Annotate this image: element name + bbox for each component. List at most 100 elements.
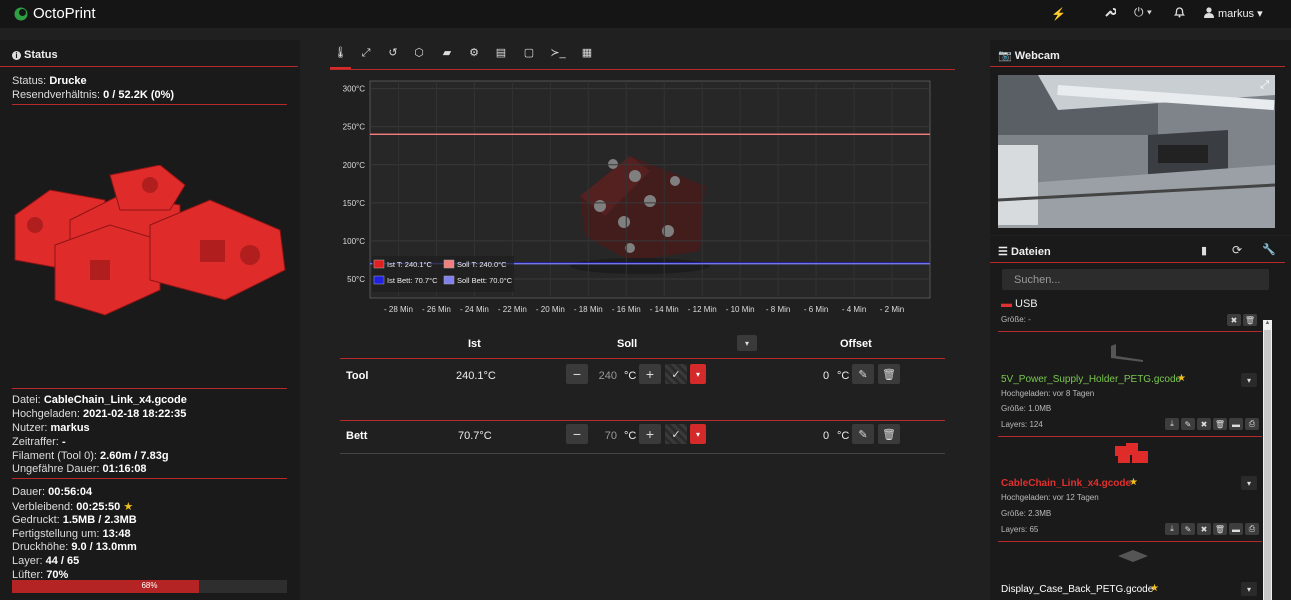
tab-crop[interactable]: ▢ bbox=[520, 42, 538, 68]
file-thumbnail bbox=[1108, 338, 1148, 363]
target-dropdown-button[interactable]: ▾ bbox=[690, 424, 706, 444]
target-input[interactable]: 70 bbox=[590, 430, 617, 442]
wrench-icon[interactable] bbox=[1104, 6, 1116, 18]
y-tick-label: 200°C bbox=[343, 161, 366, 170]
tab-timelapse[interactable]: ⚙ bbox=[465, 42, 483, 68]
y-tick-label: 250°C bbox=[343, 123, 366, 132]
file-size: Größe: 2.3MB bbox=[1001, 509, 1052, 518]
load-button[interactable]: ▬ bbox=[1229, 418, 1243, 430]
legend-swatch bbox=[373, 259, 385, 269]
octoprint-logo-icon[interactable] bbox=[14, 7, 28, 21]
x-tick-label: - 26 Min bbox=[422, 305, 451, 314]
file-name[interactable]: CableChain_Link_x4.gcode bbox=[1001, 478, 1131, 489]
fullscreen-icon[interactable]: ⤢ bbox=[1260, 79, 1269, 92]
sd-card-icon[interactable]: ▮ bbox=[1201, 244, 1207, 257]
print-button[interactable]: ⎙ bbox=[1245, 418, 1259, 430]
download-button[interactable]: ⤓ bbox=[1165, 418, 1179, 430]
y-tick-label: 50°C bbox=[347, 275, 365, 284]
divider bbox=[12, 478, 287, 479]
soll-dropdown-button[interactable]: ▾ bbox=[737, 335, 757, 351]
user-line: Nutzer: markus bbox=[12, 422, 90, 434]
state-line: Status: Drucke bbox=[12, 75, 87, 87]
download-button[interactable]: ⤓ bbox=[1165, 523, 1179, 535]
increase-button[interactable]: + bbox=[639, 424, 661, 444]
file-expand-button[interactable]: ▾ bbox=[1241, 582, 1257, 596]
status-panel: i Status Status: Drucke Resendverhältnis:… bbox=[0, 40, 300, 600]
decrease-button[interactable]: − bbox=[566, 364, 588, 384]
user-menu[interactable]: markus ▾ bbox=[1218, 7, 1263, 20]
row-name: Bett bbox=[346, 430, 368, 442]
file-name[interactable]: 5V_Power_Supply_Holder_PETG.gcode bbox=[1001, 374, 1181, 385]
file-name[interactable]: Display_Case_Back_PETG.gcode bbox=[1001, 584, 1153, 595]
delete-offset-button[interactable]: 🗑 bbox=[878, 364, 900, 384]
divider bbox=[12, 104, 287, 105]
file-line: Datei: CableChain_Link_x4.gcode bbox=[12, 394, 187, 406]
edit-button[interactable]: ✎ bbox=[1181, 418, 1195, 430]
status-heading[interactable]: i Status bbox=[12, 49, 58, 61]
load-button[interactable]: ▬ bbox=[1229, 523, 1243, 535]
divider bbox=[990, 66, 1285, 67]
edit-offset-button[interactable]: ✎ bbox=[852, 364, 874, 384]
delete-button[interactable]: 🗑 bbox=[1213, 418, 1227, 430]
tab-gcode-viewer[interactable]: ↺ bbox=[384, 42, 402, 68]
x-tick-label: - 14 Min bbox=[650, 305, 679, 314]
target-input[interactable]: 240 bbox=[590, 370, 617, 382]
tab-temperature[interactable]: 🌡 bbox=[330, 42, 351, 68]
folder-delete-button[interactable]: 🗑 bbox=[1243, 314, 1257, 326]
user-icon[interactable] bbox=[1204, 7, 1214, 18]
tab-files[interactable]: ▰ bbox=[438, 42, 456, 68]
scrollbar-thumb[interactable] bbox=[1264, 330, 1271, 600]
progress-bar: 68% bbox=[12, 580, 287, 593]
bell-icon[interactable] bbox=[1174, 6, 1185, 18]
scroll-up-arrow[interactable]: ▲ bbox=[1263, 320, 1272, 328]
x-tick-label: - 22 Min bbox=[498, 305, 527, 314]
printed-line: Gedruckt: 1.5MB / 2.3MB bbox=[12, 514, 137, 526]
tab-film[interactable]: ▤ bbox=[492, 42, 510, 68]
file-expand-button[interactable]: ▾ bbox=[1241, 476, 1257, 490]
target-dropdown-button[interactable]: ▾ bbox=[690, 364, 706, 384]
decrease-button[interactable]: − bbox=[566, 424, 588, 444]
x-tick-label: - 24 Min bbox=[460, 305, 489, 314]
power-menu-icon[interactable]: ⏻ ▾ bbox=[1134, 5, 1152, 20]
tab-3d-view[interactable]: ⬡ bbox=[410, 42, 428, 68]
move-button[interactable]: ✖ bbox=[1197, 418, 1211, 430]
edit-button[interactable]: ✎ bbox=[1181, 523, 1195, 535]
divider bbox=[998, 331, 1262, 332]
move-button[interactable]: ✖ bbox=[1197, 523, 1211, 535]
x-tick-label: - 12 Min bbox=[688, 305, 717, 314]
edit-offset-button[interactable]: ✎ bbox=[852, 424, 874, 444]
increase-button[interactable]: + bbox=[639, 364, 661, 384]
user-name[interactable]: markus bbox=[1218, 8, 1254, 20]
timelapse-line: Zeitraffer: - bbox=[12, 436, 66, 448]
offset-unit: °C bbox=[837, 430, 850, 442]
folder-name[interactable]: USB bbox=[1015, 298, 1038, 310]
folder-delete-x-button[interactable]: ✖ bbox=[1227, 314, 1241, 326]
delete-button[interactable]: 🗑 bbox=[1213, 523, 1227, 535]
webcam-heading[interactable]: 📷 Webcam bbox=[998, 49, 1060, 62]
delete-offset-button[interactable]: 🗑 bbox=[878, 424, 900, 444]
folder-size: Größe: - bbox=[1001, 315, 1031, 324]
wrench-icon[interactable]: 🔧 bbox=[1262, 243, 1276, 256]
file-list[interactable]: ▬ USB Größe: - ✖ 🗑 5V_Power_Supply_Holde… bbox=[998, 294, 1273, 600]
x-tick-label: - 20 Min bbox=[536, 305, 565, 314]
file-size: Größe: 1.0MB bbox=[1001, 404, 1052, 413]
files-heading[interactable]: ☰ Dateien bbox=[998, 245, 1051, 258]
tab-plugin[interactable]: ▦ bbox=[578, 42, 596, 68]
search-input[interactable]: Suchen... bbox=[1002, 269, 1269, 290]
offset-value[interactable]: 0 bbox=[823, 370, 829, 382]
approx-duration-line: Ungefähre Dauer: 01:16:08 bbox=[12, 463, 147, 475]
tab-bar: 🌡 ⤢ ↺ ⬡ ▰ ⚙ ▤ ▢ ≻_ ▦ bbox=[330, 42, 955, 70]
confirm-button[interactable]: ✓ bbox=[665, 364, 687, 384]
offset-value[interactable]: 0 bbox=[823, 430, 829, 442]
tab-terminal[interactable]: ≻_ bbox=[548, 42, 568, 68]
file-uploaded: Hochgeladen: vor 12 Tagen bbox=[1001, 493, 1099, 502]
file-expand-button[interactable]: ▾ bbox=[1241, 373, 1257, 387]
app-title[interactable]: OctoPrint bbox=[33, 5, 96, 22]
tab-control[interactable]: ⤢ bbox=[357, 42, 375, 68]
print-button[interactable]: ⎙ bbox=[1245, 523, 1259, 535]
confirm-button[interactable]: ✓ bbox=[665, 424, 687, 444]
file-list-scrollbar[interactable]: ▲ bbox=[1263, 320, 1272, 600]
target-unit: °C bbox=[624, 430, 637, 442]
divider bbox=[998, 541, 1262, 542]
refresh-icon[interactable]: ⟳ bbox=[1232, 243, 1242, 257]
